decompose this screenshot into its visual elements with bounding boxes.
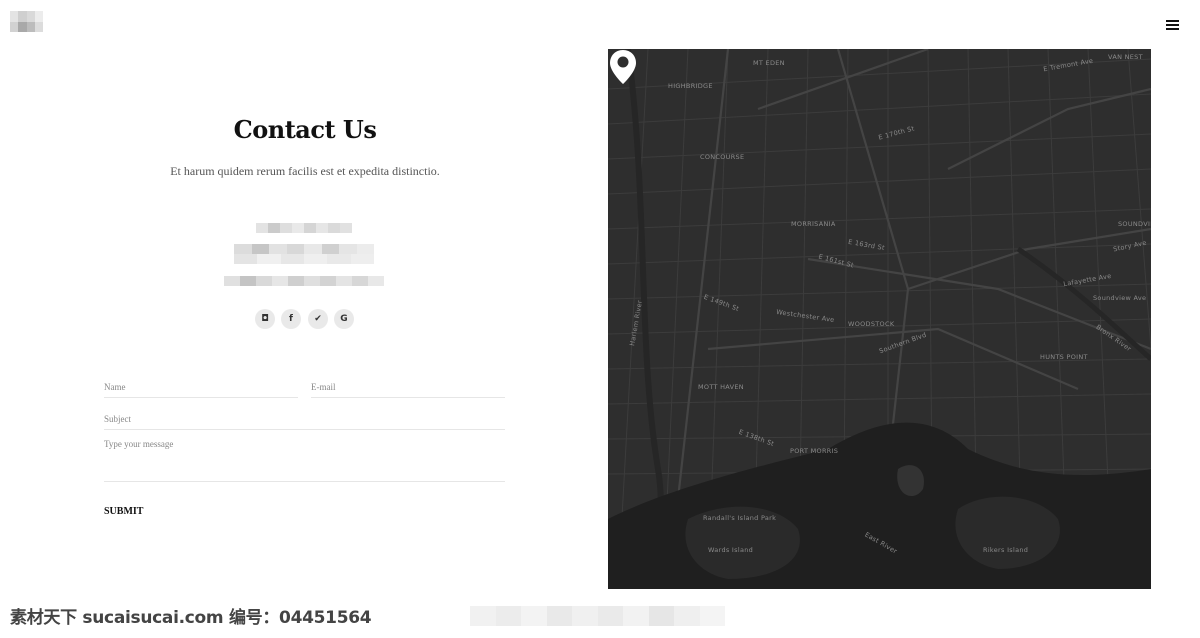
submit-button[interactable]: SUBMIT <box>104 506 143 517</box>
brand-logo[interactable] <box>10 11 43 32</box>
map-view[interactable]: MT EDEN HIGHBRIDGE CONCOURSE MORRISANIA … <box>608 49 1151 589</box>
subject-input[interactable] <box>104 414 505 424</box>
map-label: MORRISANIA <box>791 220 836 228</box>
watermark-text: 素材天下 sucaisucai.com 编号：04451564 <box>10 608 372 628</box>
contact-address-blurred <box>256 223 352 233</box>
map-label: HUNTS POINT <box>1040 353 1088 361</box>
map-label: MT EDEN <box>753 59 785 67</box>
page-title: Contact Us <box>233 115 377 144</box>
email-field-wrapper <box>311 375 505 398</box>
facebook-icon[interactable]: f <box>281 309 301 329</box>
name-input[interactable] <box>104 382 298 392</box>
map-label: HIGHBRIDGE <box>668 82 713 90</box>
map-label: SOUNDVIEW <box>1118 220 1151 228</box>
email-input[interactable] <box>311 382 505 392</box>
map-label: Wards Island <box>708 546 754 554</box>
page-subtitle: Et harum quidem rerum facilis est et exp… <box>170 164 440 178</box>
contact-email-blurred <box>224 276 384 286</box>
map-label: CONCOURSE <box>700 153 745 161</box>
map-pin-icon[interactable] <box>608 49 638 85</box>
map-label: Rikers Island <box>983 546 1029 554</box>
footer-blurred <box>470 606 725 626</box>
map-label: VAN NEST <box>1108 53 1143 61</box>
message-field-wrapper <box>104 439 505 482</box>
instagram-icon[interactable]: ◘ <box>255 309 275 329</box>
name-field-wrapper <box>104 375 298 398</box>
twitter-icon[interactable]: ✔ <box>308 309 328 329</box>
map-label: Randall's Island Park <box>703 514 777 522</box>
message-textarea[interactable] <box>104 439 505 469</box>
hamburger-menu-icon[interactable] <box>1160 13 1186 37</box>
map-label: Soundview Ave <box>1093 294 1147 302</box>
subject-field-wrapper <box>104 407 505 430</box>
map-label: WOODSTOCK <box>848 320 895 328</box>
google-icon[interactable]: G <box>334 309 354 329</box>
contact-phone-blurred <box>234 244 374 264</box>
map-label: MOTT HAVEN <box>698 383 744 391</box>
map-label: PORT MORRIS <box>790 447 839 455</box>
map-streets-layer <box>608 49 1151 589</box>
